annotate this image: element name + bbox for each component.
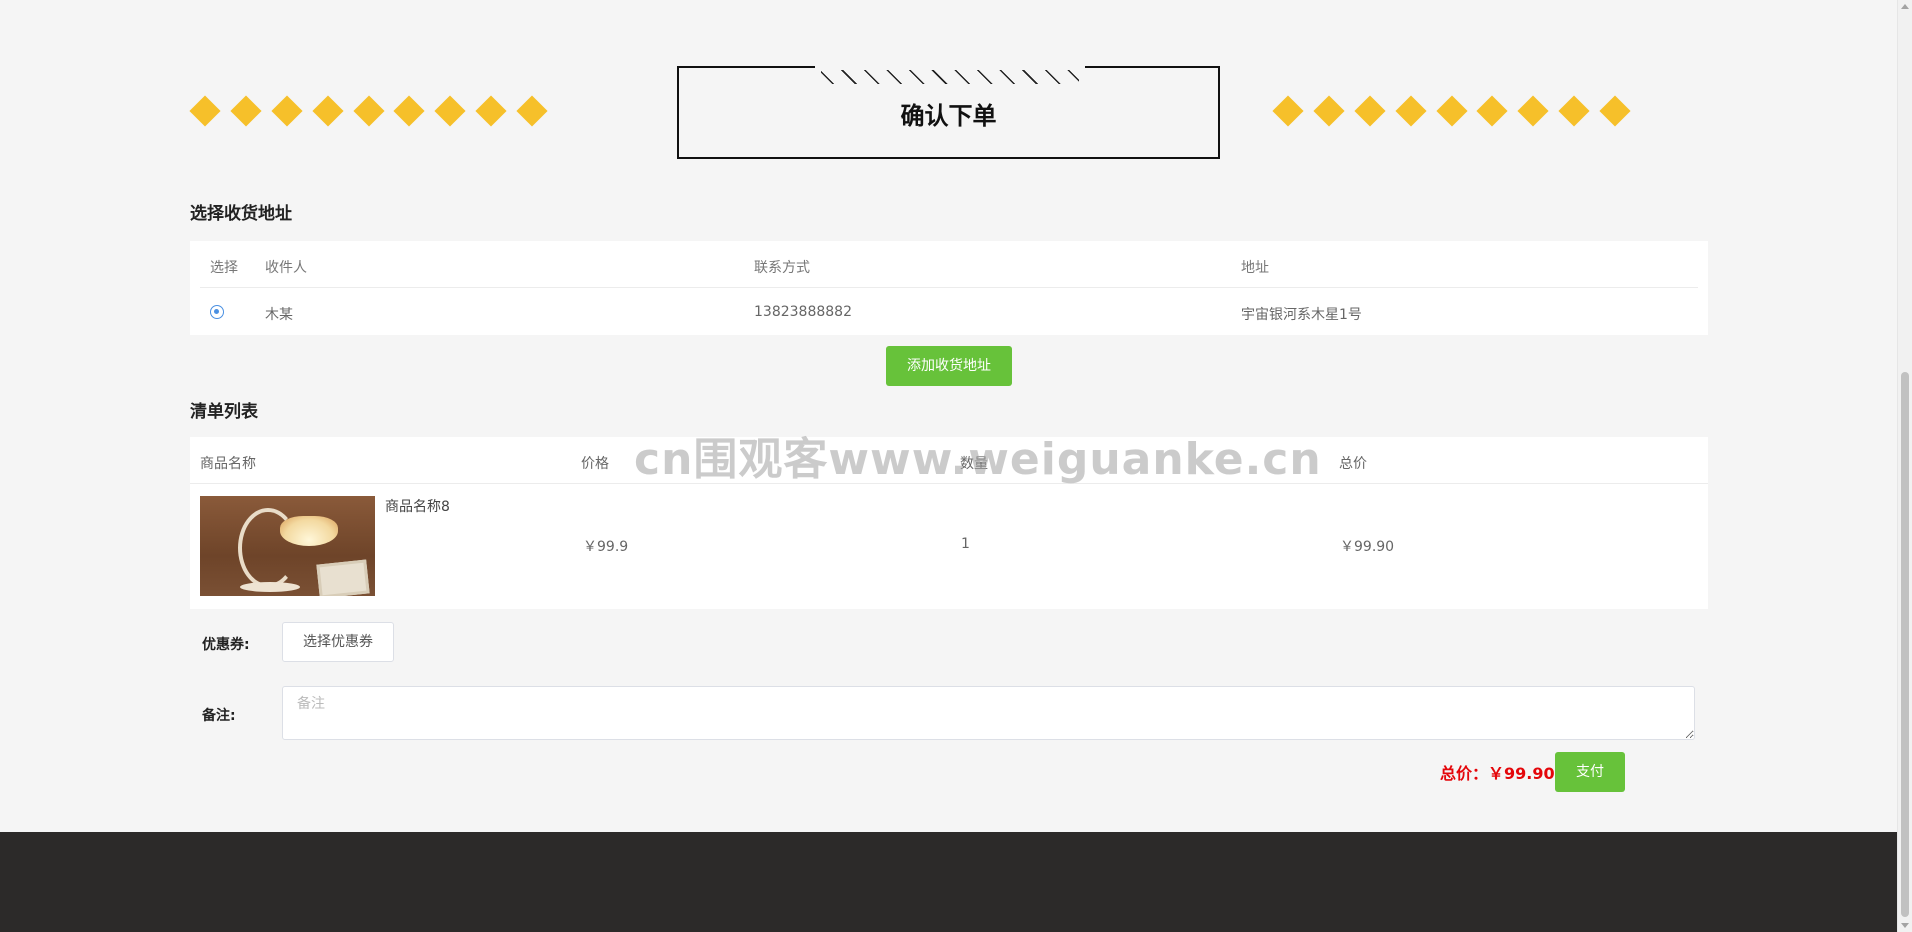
address-table-header: 选择 收件人 联系方式 地址 [200, 241, 1698, 288]
diamond-decoration [516, 95, 548, 127]
watermark: cn围观客www.weiguanke.cn [634, 434, 1322, 485]
diamond-decoration [312, 95, 344, 127]
address-section-title: 选择收货地址 [190, 204, 292, 224]
diamond-decoration [271, 95, 303, 127]
coupon-label: 优惠券: [202, 637, 250, 653]
order-list-section-title: 清单列表 [190, 402, 258, 422]
diamond-decoration [1517, 95, 1549, 127]
product-price: ￥99.9 [583, 539, 629, 555]
diamond-decoration [434, 95, 466, 127]
product-subtotal: ￥99.90 [1340, 539, 1395, 555]
table-row[interactable]: 木某 13823888882 宇宙银河系木星1号 [200, 288, 1698, 335]
vertical-scrollbar[interactable] [1897, 0, 1912, 932]
product-image[interactable] [200, 496, 375, 596]
add-address-button[interactable]: 添加收货地址 [886, 346, 1012, 386]
diamond-decoration [1476, 95, 1509, 127]
address-table: 选择 收件人 联系方式 地址 木某 13823888882 宇宙银河系木星1号 [190, 241, 1708, 335]
scrollbar-thumb[interactable] [1901, 372, 1909, 917]
page: 确认下单 选择收货地址 选择 收件人 联系方式 地址 木某 1382388888… [0, 0, 1897, 932]
column-header-price: 价格 [581, 456, 609, 472]
diamond-decoration [393, 95, 426, 127]
diamond-decoration [189, 95, 221, 127]
page-title: 确认下单 [900, 102, 997, 130]
diamond-decoration [1354, 95, 1386, 127]
title-banner: 确认下单 [189, 64, 1708, 159]
title-box: 确认下单 [677, 64, 1220, 159]
page-footer [0, 832, 1897, 932]
scroll-up-arrow-icon[interactable] [1901, 4, 1909, 9]
column-header-recipient: 收件人 [265, 260, 307, 276]
column-header-select: 选择 [210, 260, 238, 276]
remark-label: 备注: [202, 708, 236, 724]
column-header-subtotal: 总价 [1339, 456, 1367, 472]
diamond-decoration [353, 95, 385, 127]
diamond-decoration [1558, 95, 1590, 127]
table-row: 商品名称8 ￥99.9 1 ￥99.90 [190, 484, 1708, 609]
diamond-decoration [230, 95, 262, 127]
select-coupon-button[interactable]: 选择优惠券 [282, 622, 394, 662]
diamond-row-left [189, 95, 558, 127]
scroll-down-arrow-icon[interactable] [1901, 923, 1909, 928]
diamond-decoration [1272, 95, 1304, 127]
hatch-decoration [821, 70, 1079, 84]
total-price: 总价：￥99.90 [1440, 764, 1555, 783]
remark-input[interactable] [282, 686, 1695, 740]
column-header-phone: 联系方式 [754, 260, 810, 276]
diamond-decoration [1436, 95, 1468, 127]
diamond-decoration [1313, 95, 1345, 127]
recipient-name: 木某 [265, 307, 293, 323]
diamond-row-right [1272, 95, 1641, 127]
recipient-phone: 13823888882 [754, 304, 852, 320]
pay-button[interactable]: 支付 [1555, 752, 1625, 792]
recipient-address: 宇宙银河系木星1号 [1241, 307, 1362, 323]
product-name[interactable]: 商品名称8 [385, 496, 450, 516]
diamond-decoration [475, 95, 507, 127]
column-header-address: 地址 [1241, 260, 1269, 276]
diamond-decoration [1599, 95, 1631, 127]
product-quantity: 1 [961, 536, 970, 552]
address-radio[interactable] [210, 305, 224, 319]
diamond-decoration [1395, 95, 1427, 127]
column-header-product-name: 商品名称 [200, 456, 256, 472]
